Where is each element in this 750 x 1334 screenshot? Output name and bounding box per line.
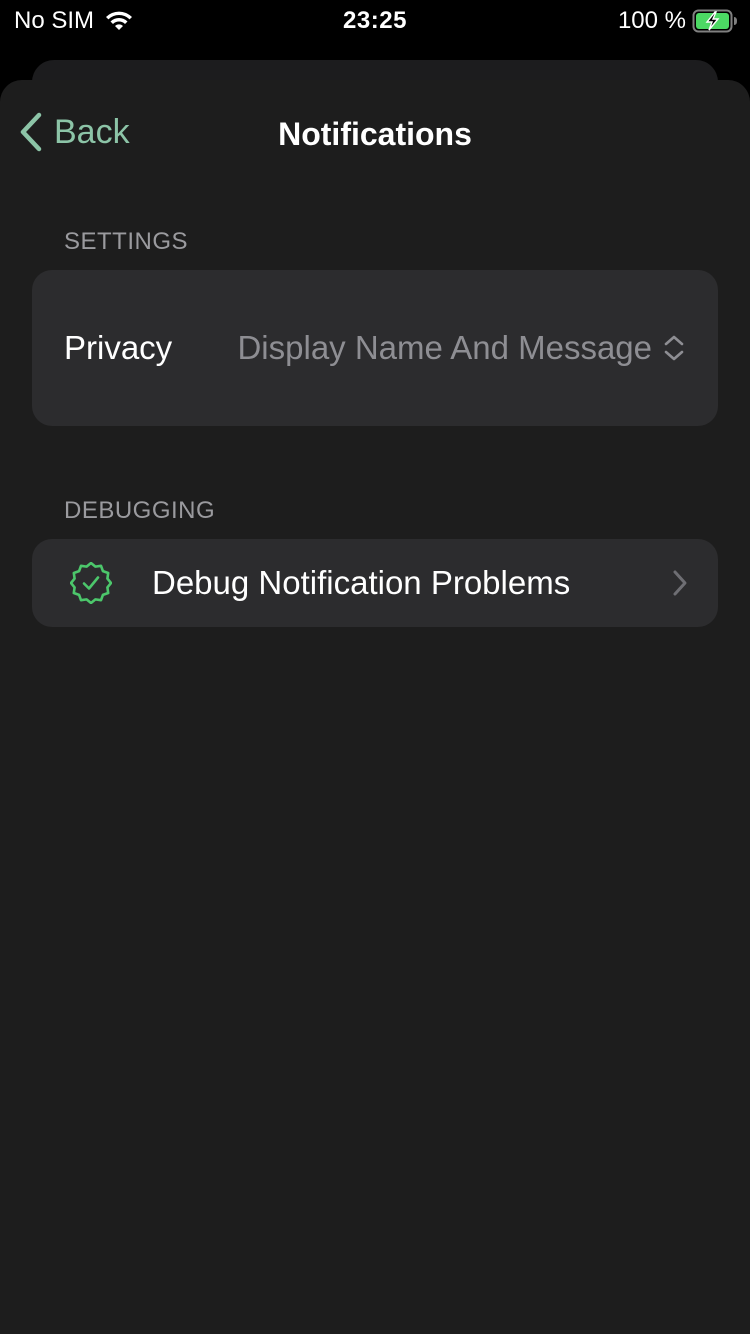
section-header-settings: SETTINGS	[64, 228, 189, 255]
status-bar: No SIM 23:25 100 %	[0, 0, 750, 42]
privacy-picker[interactable]: Display Name And Message	[237, 329, 686, 367]
battery-charging-icon	[692, 9, 738, 33]
privacy-label: Privacy	[64, 329, 173, 366]
chevron-right-icon	[672, 569, 688, 597]
settings-group: Privacy Display Name And Message	[32, 270, 718, 426]
privacy-picker-row[interactable]: Privacy Display Name And Message	[32, 270, 718, 426]
page-title: Notifications	[278, 116, 472, 152]
section-header-debugging: DEBUGGING	[64, 497, 216, 524]
notifications-sheet: Back Notifications SETTINGS Privacy Disp…	[0, 80, 750, 1334]
privacy-value: Display Name And Message	[237, 329, 652, 366]
debugging-group: Debug Notification Problems	[32, 539, 718, 627]
chevron-up-down-icon	[662, 333, 686, 363]
debug-notification-problems-label: Debug Notification Problems	[152, 564, 571, 601]
status-right: 100 %	[618, 7, 738, 35]
navigation-bar: Back Notifications	[0, 80, 750, 192]
screen: No SIM 23:25 100 % Back Notifications SE…	[0, 0, 750, 1334]
checkmark-seal-icon	[70, 562, 112, 604]
debug-notification-problems-row[interactable]: Debug Notification Problems	[32, 539, 718, 627]
battery-percent: 100 %	[617, 7, 686, 34]
